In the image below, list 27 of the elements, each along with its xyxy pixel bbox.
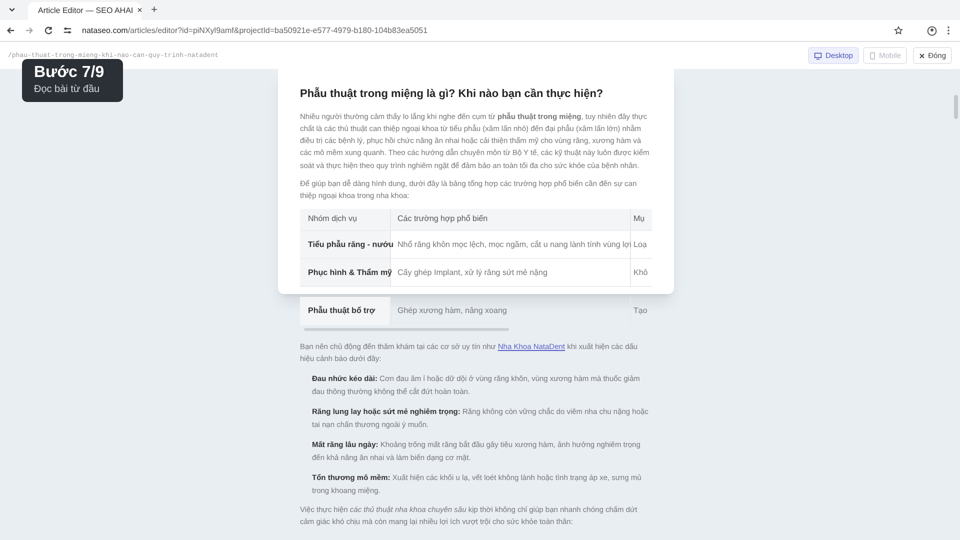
star-icon[interactable] (894, 26, 903, 35)
phone-icon (868, 52, 876, 60)
profile-icon[interactable] (927, 26, 937, 36)
back-icon[interactable] (6, 26, 15, 35)
tab-title: Article Editor — SEO AHAI (38, 5, 134, 17)
table-cell: Ghép xương hàm, nâng xoang (390, 297, 630, 326)
table-cell: Khô (630, 258, 652, 287)
table-cell: Loạ (630, 230, 652, 259)
menu-icon[interactable] (947, 26, 950, 35)
monitor-icon (814, 52, 822, 60)
column-header: Các trường hợp phổ biến (390, 208, 630, 231)
chevron-down-icon[interactable] (8, 6, 16, 14)
column-header: Nhóm dịch vụ (300, 208, 390, 231)
close-tab-button[interactable]: × (137, 4, 142, 18)
table-cell: Tạo (630, 297, 652, 326)
site-settings-icon[interactable] (63, 26, 72, 35)
section-heading: Phẫu thuật trong miệng là gì? Khi nào bạn cần thực hiện? (300, 86, 604, 102)
step-title: Bước 7/9 (34, 63, 106, 83)
step-subtitle: Đọc bài từ đầu (34, 83, 101, 97)
close-icon (919, 52, 926, 58)
table-cell: Phục hình & Thẩm mỹ (300, 258, 390, 287)
reload-icon[interactable] (44, 26, 53, 35)
new-tab-button[interactable]: + (151, 2, 158, 18)
browser-tab[interactable]: Article Editor — SEO AHAI × (28, 2, 141, 20)
scrollbar-thumb[interactable] (954, 95, 958, 119)
table-cell: Phẫu thuật bổ trợ (300, 297, 390, 326)
column-header: Mụ (630, 208, 652, 231)
